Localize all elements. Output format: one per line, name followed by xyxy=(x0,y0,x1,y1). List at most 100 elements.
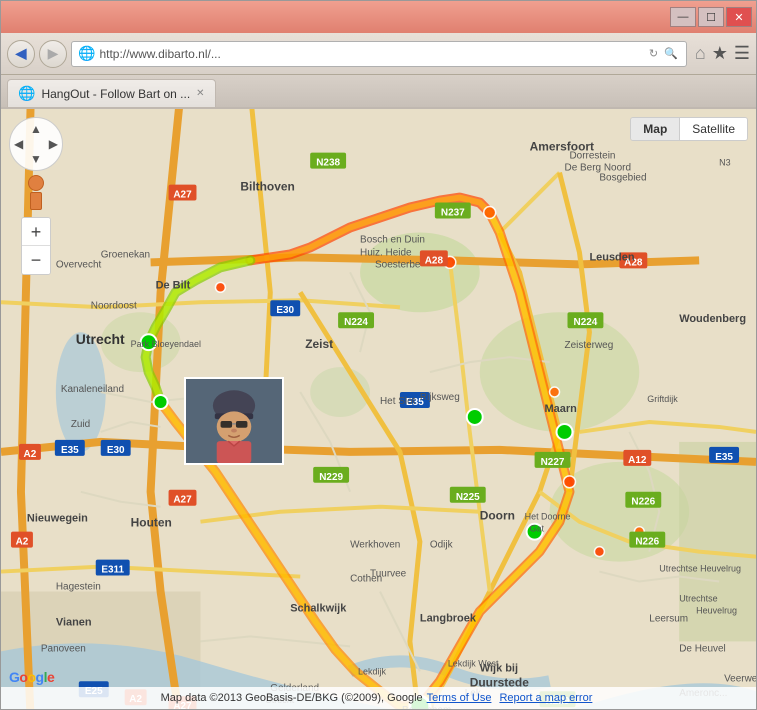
tab-close-icon[interactable]: ✕ xyxy=(196,88,204,99)
maximize-button[interactable]: ☐ xyxy=(698,7,724,27)
refresh-button[interactable]: ↻ xyxy=(647,47,660,60)
svg-text:Noordoost: Noordoost xyxy=(91,300,137,311)
active-tab[interactable]: 🌐 HangOut - Follow Bart on ... ✕ xyxy=(7,79,216,107)
svg-text:N226: N226 xyxy=(631,497,655,508)
address-actions: ↻ 🔍 xyxy=(647,47,680,60)
svg-text:Zeisterweg: Zeisterweg xyxy=(565,340,614,351)
minimize-button[interactable]: — xyxy=(670,7,696,27)
svg-text:Rijksweg: Rijksweg xyxy=(420,392,460,403)
svg-text:Maarn: Maarn xyxy=(545,403,578,415)
svg-text:N224: N224 xyxy=(574,317,598,328)
google-logo: Google xyxy=(9,669,54,685)
svg-text:Gat: Gat xyxy=(530,524,545,534)
tab-label: HangOut - Follow Bart on ... xyxy=(41,87,190,101)
pegman[interactable] xyxy=(22,175,50,211)
svg-text:Park Bloeyendael: Park Bloeyendael xyxy=(131,339,201,349)
svg-text:Leersum: Leersum xyxy=(649,613,688,624)
svg-text:A27: A27 xyxy=(173,190,192,201)
svg-text:Groenekan: Groenekan xyxy=(101,249,150,260)
map-container[interactable]: N238 N237 N224 N224 N229 N229 N225 N226 xyxy=(1,109,756,709)
svg-text:Hagestein: Hagestein xyxy=(56,582,101,593)
browser-action-icons: ⌂ ★ ☰ xyxy=(695,43,750,64)
map-data-text: Map data ©2013 GeoBasis-DE/BKG (©2009), … xyxy=(161,692,423,704)
svg-text:A28: A28 xyxy=(425,255,444,266)
svg-text:Het Slot: Het Slot xyxy=(380,396,416,407)
home-icon[interactable]: ⌂ xyxy=(695,43,706,64)
map-svg: N238 N237 N224 N224 N229 N229 N225 N226 xyxy=(1,109,756,709)
google-g2: g xyxy=(36,669,44,685)
svg-text:Doorn: Doorn xyxy=(480,509,515,523)
zoom-controls: + − xyxy=(21,217,51,275)
search-button[interactable]: 🔍 xyxy=(662,47,680,60)
svg-text:Leusden: Leusden xyxy=(589,251,634,263)
svg-text:E30: E30 xyxy=(107,445,125,456)
svg-text:Dorrestein: Dorrestein xyxy=(569,151,615,162)
svg-text:Huiz. Heide: Huiz. Heide xyxy=(360,247,412,258)
svg-text:N238: N238 xyxy=(316,158,340,169)
pegman-head xyxy=(28,175,44,191)
svg-text:N225: N225 xyxy=(456,492,480,503)
svg-text:Langbroek: Langbroek xyxy=(420,612,477,624)
nav-down-arrow[interactable]: ▼ xyxy=(30,152,42,166)
google-o2: o xyxy=(27,669,35,685)
svg-text:Nieuwegein: Nieuwegein xyxy=(27,513,88,525)
svg-text:Odijk: Odijk xyxy=(430,540,453,551)
tab-bar: 🌐 HangOut - Follow Bart on ... ✕ xyxy=(1,75,756,109)
svg-text:De Heuvel: De Heuvel xyxy=(679,643,726,654)
svg-text:Soesterbe: Soesterbe xyxy=(375,259,421,270)
svg-text:A27: A27 xyxy=(173,495,192,506)
svg-text:Utrecht: Utrecht xyxy=(76,331,125,347)
svg-text:De Bilt: De Bilt xyxy=(156,279,191,291)
report-map-error-link[interactable]: Report a map error xyxy=(499,692,592,704)
address-security-icon: 🌐 xyxy=(78,45,95,62)
svg-text:E35: E35 xyxy=(61,445,79,456)
svg-text:Utrechtse: Utrechtse xyxy=(679,593,717,603)
map-nav-pad[interactable]: ▲ ▼ ◀ ▶ xyxy=(9,117,63,171)
pegman-body xyxy=(30,192,42,210)
nav-right-arrow[interactable]: ▶ xyxy=(49,137,58,151)
nav-circle: ▲ ▼ ◀ ▶ xyxy=(9,117,63,171)
svg-text:Tuurvee: Tuurvee xyxy=(370,569,407,580)
svg-text:Houten: Houten xyxy=(131,516,172,530)
svg-text:N227: N227 xyxy=(541,457,565,468)
svg-text:Zeist: Zeist xyxy=(305,337,333,351)
svg-text:Griftdijk: Griftdijk xyxy=(647,394,678,404)
settings-icon[interactable]: ☰ xyxy=(734,43,750,64)
zoom-in-button[interactable]: + xyxy=(22,218,50,246)
google-g: G xyxy=(9,669,19,685)
svg-text:De Berg Noord: De Berg Noord xyxy=(565,163,632,174)
zoom-out-button[interactable]: − xyxy=(22,246,50,274)
terms-of-use-link[interactable]: Terms of Use xyxy=(427,692,492,704)
svg-text:Utrechtse Heuvelrug: Utrechtse Heuvelrug xyxy=(659,564,741,574)
svg-text:Woudenberg: Woudenberg xyxy=(679,313,746,325)
google-e: e xyxy=(47,669,54,685)
svg-text:Schalkwijk: Schalkwijk xyxy=(290,602,347,614)
svg-text:N237: N237 xyxy=(441,208,465,219)
nav-up-arrow[interactable]: ▲ xyxy=(30,122,42,136)
map-controls: ▲ ▼ ◀ ▶ + − xyxy=(9,117,63,275)
bookmark-icon[interactable]: ★ xyxy=(712,43,728,64)
svg-text:N226: N226 xyxy=(635,537,659,548)
back-button[interactable]: ◀ xyxy=(7,40,35,68)
address-bar[interactable]: 🌐 http://www.dibarto.nl/... ↻ 🔍 xyxy=(71,41,687,67)
svg-text:Veerweg: Veerweg xyxy=(724,673,756,684)
map-type-map-button[interactable]: Map xyxy=(631,118,680,140)
map-bottom-bar: Map data ©2013 GeoBasis-DE/BKG (©2009), … xyxy=(1,687,756,709)
map-type-satellite-button[interactable]: Satellite xyxy=(680,118,747,140)
svg-text:Panoveen: Panoveen xyxy=(41,643,86,654)
svg-text:Werkhoven: Werkhoven xyxy=(350,540,400,551)
svg-text:A12: A12 xyxy=(628,455,647,466)
svg-text:Bosch en Duin: Bosch en Duin xyxy=(360,234,425,245)
map-type-controls: Map Satellite xyxy=(630,117,748,141)
nav-left-arrow[interactable]: ◀ xyxy=(14,137,23,151)
svg-text:Lekdijk: Lekdijk xyxy=(358,666,386,676)
forward-button[interactable]: ▶ xyxy=(39,40,67,68)
close-button[interactable]: ✕ xyxy=(726,7,752,27)
svg-text:Bilthoven: Bilthoven xyxy=(240,180,294,194)
svg-text:E311: E311 xyxy=(101,565,124,576)
profile-photo xyxy=(184,377,284,465)
svg-text:Kanaleneiland: Kanaleneiland xyxy=(61,384,124,395)
profile-photo-inner xyxy=(186,379,282,463)
svg-text:A2: A2 xyxy=(16,537,29,548)
svg-text:E30: E30 xyxy=(276,305,294,316)
